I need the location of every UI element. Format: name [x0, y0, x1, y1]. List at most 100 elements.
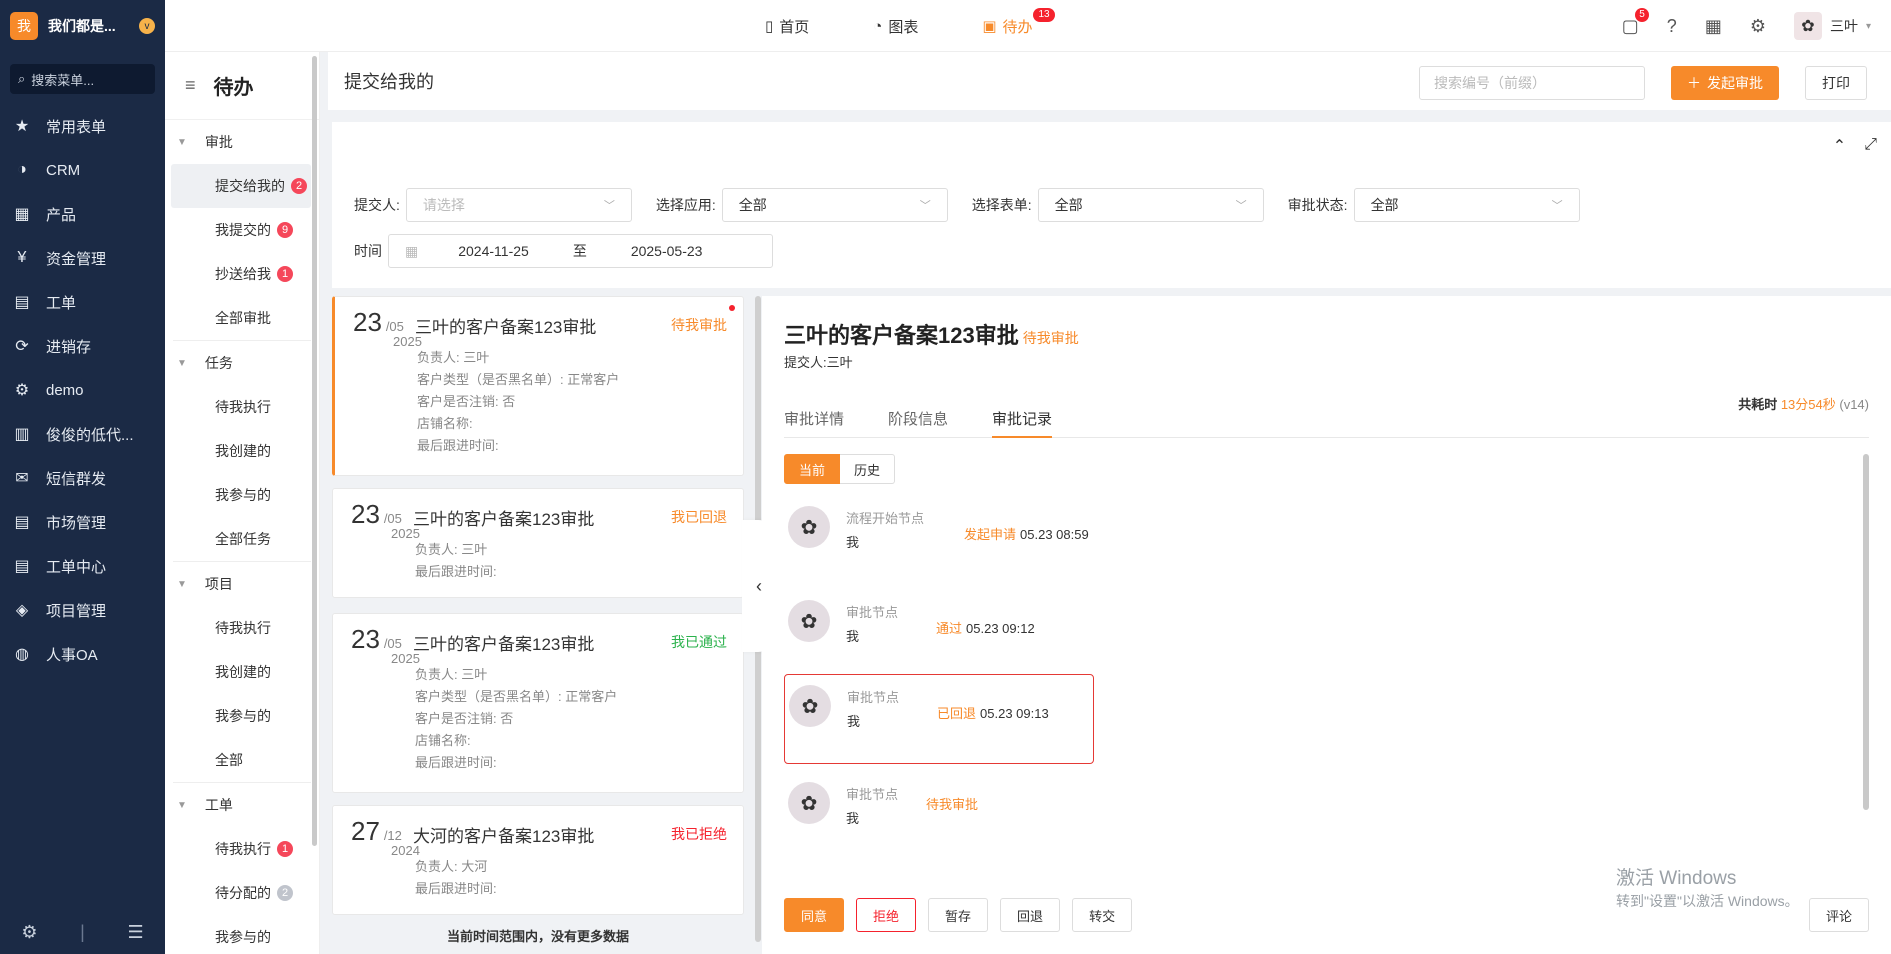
menu-search-placeholder: 搜索菜单...: [31, 72, 95, 88]
sidebar-item-project-todo[interactable]: 待我执行: [171, 606, 311, 650]
count-badge: 1: [277, 266, 293, 282]
sidebar-item-cc-me[interactable]: 抄送给我 1: [171, 252, 311, 296]
nav-item-marketing[interactable]: ▤ 市场管理: [0, 500, 165, 544]
card-title: 三叶的客户备案123审批: [413, 510, 595, 529]
select-placeholder: 请选择: [422, 197, 465, 213]
group-tickets[interactable]: ▼ 工单: [165, 783, 319, 827]
apps-grid-icon[interactable]: ▦: [1705, 16, 1722, 37]
nav-item-lowcode[interactable]: ▥ 俊俊的低代...: [0, 412, 165, 456]
nav-item-crm[interactable]: ◑ CRM: [0, 148, 165, 192]
collapse-up-icon[interactable]: ⌃: [1833, 136, 1846, 156]
nav-item-ticket-center[interactable]: ▤ 工单中心: [0, 544, 165, 588]
sidebar-item-ticket-joined[interactable]: 我参与的: [171, 915, 311, 954]
search-input[interactable]: 搜索编号（前缀）: [1419, 66, 1645, 100]
collapse-menu-icon[interactable]: ☰: [128, 922, 144, 943]
segment-history[interactable]: 历史: [840, 454, 896, 484]
tab-todo[interactable]: ▣ 待办 13: [982, 7, 1055, 37]
tab-approval-records[interactable]: 审批记录: [992, 408, 1053, 438]
windows-activation-watermark: 激活 Windows 转到"设置"以激活 Windows。: [1616, 868, 1799, 912]
comment-button[interactable]: 评论: [1808, 898, 1869, 932]
list-item[interactable]: 23 /05 2025 三叶的客户备案123审批 待我审批 负责人: 三叶 客户类…: [332, 296, 744, 476]
nav-item-inventory[interactable]: ⟳ 进销存: [0, 324, 165, 368]
segment-current[interactable]: 当前: [784, 454, 841, 484]
item-label: 抄送给我: [215, 266, 271, 282]
gear-icon[interactable]: ⚙: [1750, 16, 1766, 37]
card-title: 三叶的客户备案123审批: [413, 635, 595, 654]
menu-icon[interactable]: ≡: [185, 75, 196, 96]
user-name: 三叶: [1829, 18, 1858, 34]
nav-item-forms[interactable]: ★ 常用表单: [0, 104, 165, 148]
sidebar-item-task-created[interactable]: 我创建的: [171, 429, 311, 473]
brand-logo: 我: [10, 12, 38, 40]
app-select[interactable]: 全部 ﹀: [721, 188, 948, 222]
nav-item-sms[interactable]: ✉ 短信群发: [0, 456, 165, 500]
sidebar-item-project-all[interactable]: 全部: [171, 738, 311, 782]
detail-title-text: 三叶的客户备案123审批: [784, 323, 1019, 348]
card-fields: 负责人: 大河 最后跟进时间:: [415, 856, 497, 900]
save-draft-button[interactable]: 暂存: [928, 898, 989, 932]
status-select[interactable]: 全部 ﹀: [1353, 188, 1580, 222]
group-tasks[interactable]: ▼ 任务: [165, 341, 319, 385]
date-day: 23: [353, 307, 382, 337]
verified-icon: v: [139, 18, 155, 34]
list-item[interactable]: 23 /05 2025 三叶的客户备案123审批 我已通过 负责人: 三叶 客户类…: [332, 613, 744, 793]
start-approval-button[interactable]: ＋ 发起审批: [1671, 66, 1779, 100]
list-item[interactable]: 23 /05 2025 三叶的客户备案123审批 我已回退 负责人: 三叶 最后跟…: [332, 488, 744, 598]
sidebar-item-task-all[interactable]: 全部任务: [171, 517, 311, 561]
sidebar-item-submitted-to-me[interactable]: 提交给我的 2: [171, 164, 311, 208]
date-range-picker[interactable]: ▦ 2024-11-25 至 2025-05-23: [388, 234, 773, 268]
sidebar-item-ticket-todo[interactable]: 待我执行 1: [171, 827, 311, 871]
fullscreen-icon[interactable]: ⤢: [1864, 136, 1877, 156]
nav-item-products[interactable]: ▦ 产品: [0, 192, 165, 236]
item-label: 我参与的: [215, 487, 271, 503]
action-label: 待我审批: [926, 797, 979, 812]
nav-item-finance[interactable]: ¥ 资金管理: [0, 236, 165, 280]
sidebar-item-task-todo[interactable]: 待我执行: [171, 385, 311, 429]
scrollbar[interactable]: [1863, 454, 1869, 810]
print-button[interactable]: 打印: [1805, 66, 1867, 100]
agree-button[interactable]: 同意: [784, 898, 845, 932]
group-label: 审批: [204, 134, 233, 150]
form-select[interactable]: 全部 ﹀: [1037, 188, 1264, 222]
sidebar-item-my-submitted[interactable]: 我提交的 9: [171, 208, 311, 252]
group-approval[interactable]: ▼ 审批: [165, 120, 319, 164]
submitter-select[interactable]: 请选择 ﹀: [405, 188, 632, 222]
settings-icon[interactable]: ⚙: [21, 922, 37, 943]
top-tabs: ▯ 首页 ◔ 图表 ▣ 待办 13: [765, 0, 1055, 52]
sidebar-item-project-created[interactable]: 我创建的: [171, 650, 311, 694]
tab-charts[interactable]: ◔ 图表: [873, 16, 918, 37]
scrollbar[interactable]: [312, 56, 317, 846]
reject-button[interactable]: 拒绝: [856, 898, 917, 932]
group-projects[interactable]: ▼ 项目: [165, 562, 319, 606]
nav-item-hr[interactable]: ◍ 人事OA: [0, 632, 165, 676]
menu-search-input[interactable]: ⌕ 搜索菜单...: [10, 64, 155, 94]
gear-icon: ⚙: [14, 382, 30, 399]
sidebar-item-all-approvals[interactable]: 全部审批: [171, 296, 311, 340]
sidebar-item-ticket-unassigned[interactable]: 待分配的 2: [171, 871, 311, 915]
brand-name: 我们都是...: [48, 18, 116, 34]
card-title: 大河的客户备案123审批: [413, 827, 595, 846]
list-item[interactable]: 27 /12 2024 大河的客户备案123审批 我已拒绝 负责人: 大河 最后跟…: [332, 805, 744, 915]
filter-tools: ⌃ ⤢: [1833, 136, 1877, 156]
return-button[interactable]: 回退: [1000, 898, 1061, 932]
status-badge: 待我审批: [671, 317, 727, 333]
nav-item-demo[interactable]: ⚙ demo: [0, 368, 165, 412]
message-icon[interactable]: ▢ 5: [1622, 7, 1649, 37]
sidebar-item-task-joined[interactable]: 我参与的: [171, 473, 311, 517]
count-badge: 2: [291, 178, 307, 194]
user-menu[interactable]: ✿ 三叶 ▾: [1793, 12, 1871, 40]
nav-item-tickets[interactable]: ▤ 工单: [0, 280, 165, 324]
tab-stage-info[interactable]: 阶段信息: [888, 408, 948, 438]
brand[interactable]: 我 我们都是... v: [0, 0, 165, 52]
app-root: 我 我们都是... v ⌕ 搜索菜单... ★ 常用表单 ◑ CRM ▦ 产品 ¥ 资金…: [0, 0, 1891, 954]
date-separator: 至: [572, 243, 587, 259]
timeline-item: ✿ 流程开始节点 我 发起申请 05.23 08:59: [784, 496, 1094, 586]
sidebar-item-project-joined[interactable]: 我参与的: [171, 694, 311, 738]
tab-home[interactable]: ▯ 首页: [765, 16, 809, 37]
card-field: 负责人: 大河: [415, 859, 488, 874]
tab-approval-details[interactable]: 审批详情: [784, 408, 844, 438]
help-icon[interactable]: ?: [1667, 16, 1677, 37]
item-label: 全部审批: [215, 310, 271, 326]
transfer-button[interactable]: 转交: [1072, 898, 1133, 932]
nav-item-projects[interactable]: ◈ 项目管理: [0, 588, 165, 632]
